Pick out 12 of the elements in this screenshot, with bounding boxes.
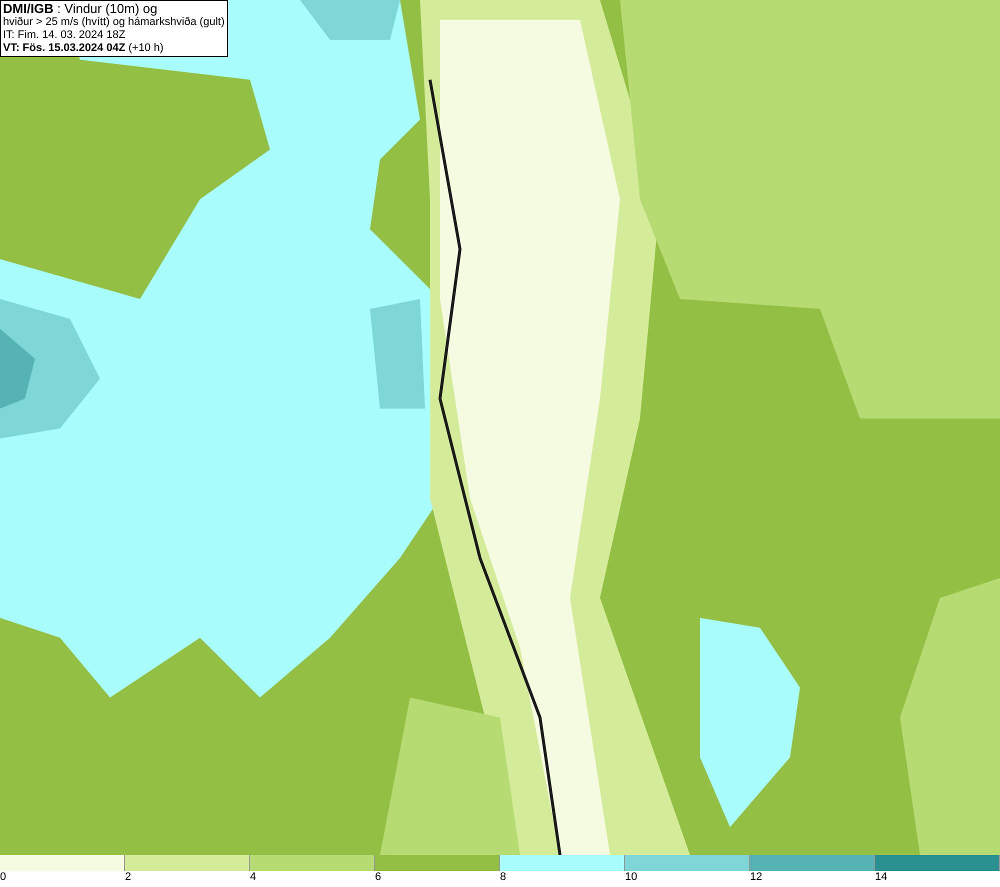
legend-label: 0 (0, 871, 8, 884)
legend-label: 6 (375, 871, 382, 884)
legend-label: 10 (625, 871, 638, 884)
legend-label: 2 (125, 871, 132, 884)
legend-label: 8 (500, 871, 508, 884)
title-line: IT: Fim. 14. 03. 2024 18Z (3, 29, 126, 42)
legend-label: 12 (750, 871, 764, 884)
title-line: hviður > 25 m/s (hvítt) og hámarkshviða (gult) (3, 16, 225, 29)
title-line: VT: Fös. 15.03.2024 04Z (+10 h) (3, 42, 165, 55)
legend-label: 14 (875, 871, 888, 884)
legend-label: 4 (250, 871, 258, 884)
title-line: DMI/IGB : Vindur (10m) og (3, 2, 158, 16)
